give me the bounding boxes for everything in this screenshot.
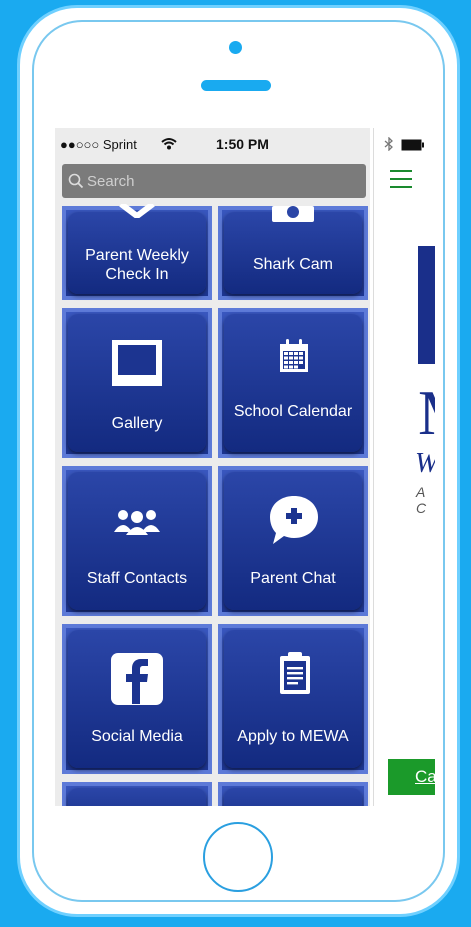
chat-bubble-plus-icon	[270, 496, 318, 544]
clipboard-icon	[280, 652, 310, 694]
logo-small-text: A C	[416, 484, 427, 516]
tile-parent-weekly-check-in[interactable]: Parent Weekly Check In	[62, 204, 212, 300]
tile-apply-to-mewa[interactable]: Apply to MEWA	[218, 624, 368, 774]
tile-label: Apply to MEWA	[237, 728, 349, 745]
call-button[interactable]: Ca	[388, 759, 435, 795]
tile-partial[interactable]	[62, 782, 212, 806]
status-bar: ●●○○○ Sprint 1:50 PM	[55, 128, 370, 160]
tile-label: School Calendar	[233, 403, 353, 420]
tile-face	[224, 788, 362, 806]
tile-label: Parent Weekly Check In	[85, 247, 189, 283]
photo-frame-icon	[112, 340, 162, 386]
search-input[interactable]: Search	[62, 164, 366, 198]
hamburger-menu-icon[interactable]	[390, 170, 412, 188]
tile-face	[224, 212, 362, 294]
carrier-label: ●●○○○ Sprint	[60, 137, 137, 152]
people-icon	[114, 510, 160, 535]
tile-parent-chat[interactable]: Parent Chat	[218, 466, 368, 616]
tile-partial[interactable]	[218, 782, 368, 806]
tile-face	[224, 314, 362, 452]
search-placeholder: Search	[87, 173, 135, 190]
bluetooth-icon	[384, 137, 393, 151]
home-button[interactable]	[203, 822, 273, 892]
battery-icon	[401, 139, 424, 151]
tile-social-media[interactable]: Social Media	[62, 624, 212, 774]
logo-letter: M	[418, 376, 435, 450]
tile-label: Gallery	[111, 415, 163, 432]
facebook-icon	[111, 653, 163, 705]
tile-label: Social Media	[91, 728, 183, 745]
app-screen: ●●○○○ Sprint 1:50 PM Search Parent Weekl…	[55, 128, 435, 806]
tile-gallery[interactable]: Gallery	[62, 308, 212, 458]
logo-subtext: W	[415, 448, 435, 480]
calendar-icon	[280, 339, 308, 372]
wifi-icon	[161, 138, 177, 150]
call-button-label: Ca	[415, 767, 435, 786]
tile-school-calendar[interactable]: School Calendar	[218, 308, 368, 458]
search-icon	[68, 173, 84, 189]
tile-face	[68, 472, 206, 610]
tile-shark-cam[interactable]: Shark Cam	[218, 206, 368, 300]
speaker-grille	[201, 80, 271, 91]
content-panel: M W A C Ca	[373, 128, 435, 806]
menu-panel: ●●○○○ Sprint 1:50 PM Search Parent Weekl…	[55, 128, 370, 806]
status-time: 1:50 PM	[216, 136, 269, 152]
tile-staff-contacts[interactable]: Staff Contacts	[62, 466, 212, 616]
logo-mark	[418, 246, 435, 364]
camera-icon	[272, 206, 314, 222]
tile-face	[68, 788, 206, 806]
tile-label: Parent Chat	[250, 570, 336, 587]
tile-label: Shark Cam	[252, 256, 334, 273]
check-icon	[119, 204, 155, 218]
camera-icon	[229, 41, 242, 54]
tile-label: Staff Contacts	[86, 570, 188, 587]
